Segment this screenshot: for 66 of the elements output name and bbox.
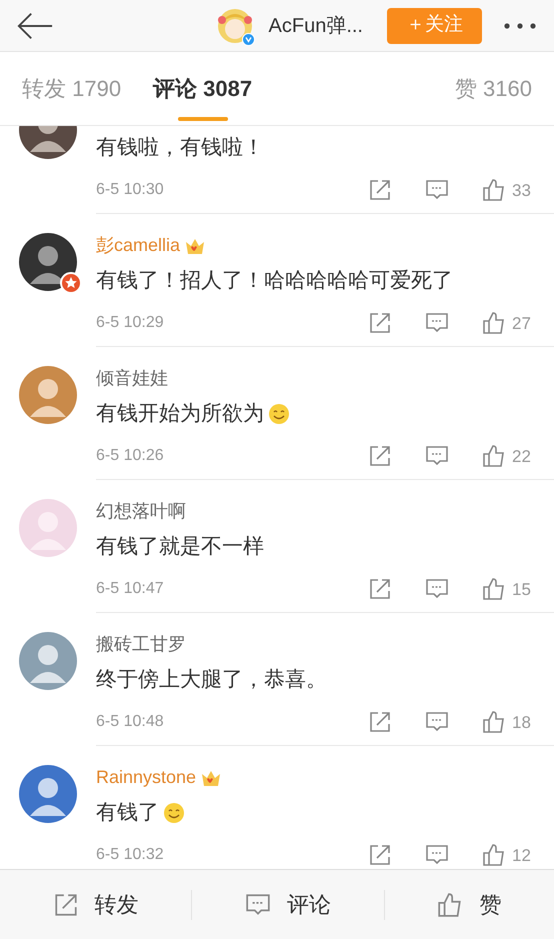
share-button[interactable]	[368, 444, 392, 468]
like-count: 27	[512, 312, 532, 334]
share-icon	[368, 577, 392, 602]
like-icon	[482, 577, 506, 602]
avatar	[18, 631, 78, 691]
comment-button[interactable]: 评论	[238, 887, 337, 922]
comment-text: 有钱开始为所欲为	[96, 401, 264, 427]
username: Rainnystone	[96, 766, 196, 789]
username: 倾音娃娃	[96, 367, 168, 390]
comment-time: 6-5 10:47	[96, 579, 165, 600]
username: 搬砖工甘罗	[96, 633, 186, 656]
like-button[interactable]	[482, 311, 506, 336]
share-icon	[368, 710, 392, 734]
share-icon	[368, 311, 392, 336]
like-icon	[482, 178, 506, 202]
comment-time: 6-5 10:48	[96, 712, 165, 732]
like-icon	[482, 843, 506, 868]
comment-text: 有钱了！招人了！哈哈哈哈哈可爱死了	[96, 268, 453, 294]
avatar	[18, 365, 78, 425]
like-icon	[437, 892, 464, 918]
like-count: 22	[512, 446, 532, 468]
back-button[interactable]	[16, 10, 54, 40]
more-icon	[502, 20, 538, 30]
avatar	[18, 498, 78, 558]
account-name: AcFun弹...	[268, 14, 363, 38]
username: 彭camellia	[96, 234, 180, 257]
share-button[interactable]	[368, 178, 392, 202]
share-icon	[368, 843, 392, 868]
comment-time: 6-5 10:29	[96, 313, 165, 334]
comment-time: 6-5 10:26	[96, 446, 165, 466]
back-icon	[16, 10, 54, 40]
comment-text: 有钱了就是不一样	[96, 534, 264, 560]
tab[interactable]: 评论 3087	[153, 52, 252, 126]
share-button[interactable]	[368, 311, 392, 336]
comment-time: 6-5 10:30	[96, 180, 165, 200]
like-button[interactable]	[482, 577, 506, 602]
comment-icon	[244, 892, 271, 918]
share-button[interactable]	[368, 843, 392, 868]
like-button[interactable]	[482, 843, 506, 868]
avatar	[18, 764, 78, 824]
more-button[interactable]	[502, 20, 538, 30]
comment-text: 有钱啦，有钱啦！	[96, 135, 264, 161]
like-button[interactable]	[482, 444, 506, 468]
like-count: 33	[512, 180, 532, 202]
account-avatar	[216, 8, 253, 44]
like-icon	[482, 444, 506, 468]
comment-text: 终于傍上大腿了，恭喜。	[96, 667, 327, 693]
share-icon	[368, 178, 392, 202]
avatar	[18, 232, 78, 292]
comment-time: 6-5 10:32	[96, 845, 165, 866]
like-button[interactable]	[482, 710, 506, 734]
comment-text: 有钱了	[96, 800, 159, 826]
like-count: 18	[512, 712, 532, 734]
tab-underline	[178, 116, 228, 120]
like-button[interactable]	[482, 178, 506, 202]
share-button[interactable]: 转发	[46, 887, 145, 922]
share-icon	[368, 444, 392, 468]
like-icon	[482, 311, 506, 336]
like-count: 15	[512, 578, 532, 600]
username: 幻想落叶啊	[96, 500, 186, 523]
share-icon	[52, 892, 79, 918]
like-count: 12	[512, 844, 532, 866]
like-icon	[482, 710, 506, 734]
like-button[interactable]: 赞	[431, 887, 508, 922]
share-button[interactable]	[368, 577, 392, 602]
share-button[interactable]	[368, 710, 392, 734]
